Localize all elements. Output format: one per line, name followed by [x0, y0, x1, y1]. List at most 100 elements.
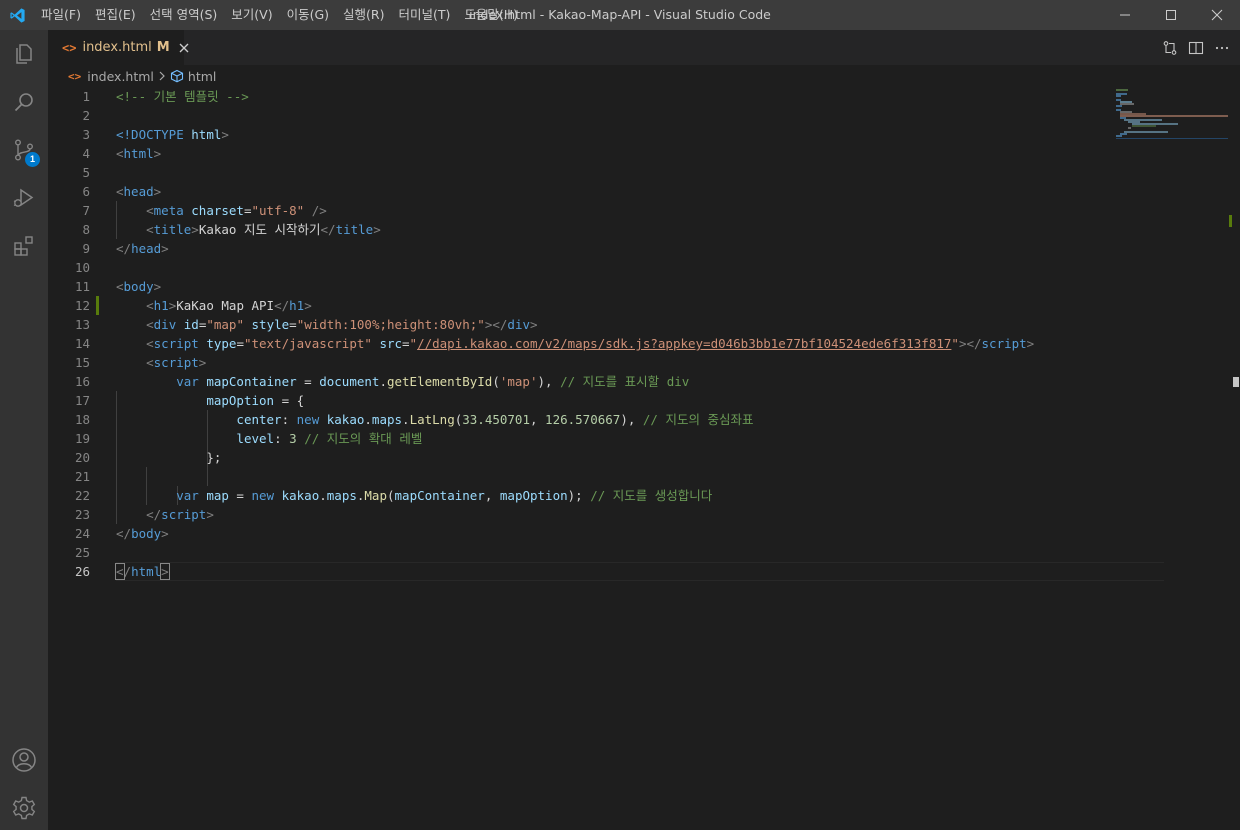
variable-token: mapOption	[499, 488, 568, 503]
activity-source-control[interactable]: 1	[0, 126, 48, 174]
code-line: <script type="text/javascript" src="//da…	[146, 336, 1035, 351]
maximize-button[interactable]	[1148, 0, 1194, 30]
ellipsis-icon	[1215, 46, 1229, 49]
activity-manage[interactable]	[0, 784, 48, 830]
minimap[interactable]	[1116, 87, 1228, 830]
run-debug-icon	[13, 188, 34, 207]
window-controls	[1102, 0, 1240, 30]
menu-file[interactable]: 파일(F)	[34, 0, 88, 30]
variable-token: maps	[371, 412, 403, 427]
line-number: 25	[74, 545, 90, 560]
code-line: <body>	[116, 279, 162, 294]
function-token: Map	[364, 488, 387, 503]
url-link[interactable]: //dapi.kakao.com/v2/maps/sdk.js?appkey=d…	[417, 336, 951, 351]
activity-explorer[interactable]	[0, 30, 48, 78]
function-token: getElementById	[386, 374, 493, 389]
code-line: level: 3 // 지도의 확대 레벨	[236, 431, 423, 446]
tag-token: body	[123, 279, 154, 294]
menu-terminal[interactable]: 터미널(T)	[392, 0, 458, 30]
code-content[interactable]: <!-- 기본 템플릿 --> <!DOCTYPE html> <html> <…	[115, 87, 1164, 581]
variable-token: mapOption	[206, 393, 275, 408]
string-token: "	[951, 336, 959, 351]
tab-bar: <> index.html M	[48, 30, 1240, 65]
line-number: 14	[74, 336, 90, 351]
code-line-active: </html>	[115, 562, 1164, 581]
code-line: </body>	[116, 526, 169, 541]
tag-token: script	[981, 336, 1027, 351]
tag-token: title	[335, 222, 374, 237]
activity-account[interactable]	[0, 736, 48, 784]
keyword-token: new	[251, 488, 275, 503]
line-number: 20	[74, 450, 90, 465]
code-line: var mapContainer = document.getElementBy…	[176, 374, 690, 389]
settings-gear-icon	[12, 796, 36, 820]
split-editor-icon	[1188, 41, 1204, 54]
line-number: 1	[82, 89, 90, 104]
activity-run-debug[interactable]	[0, 174, 48, 222]
tag-token: div	[507, 317, 530, 332]
line-number: 15	[74, 355, 90, 370]
menu-view[interactable]: 보기(V)	[224, 0, 279, 30]
code-line: </head>	[116, 241, 169, 256]
title-bar: 파일(F) 편집(E) 선택 영역(S) 보기(V) 이동(G) 실행(R) 터…	[0, 0, 1240, 30]
breadcrumb-symbol[interactable]: html	[188, 69, 216, 84]
comment: // 지도의 중심좌표	[642, 412, 754, 427]
menu-help[interactable]: 도움말(H)	[457, 0, 525, 30]
tag-token: html	[123, 146, 154, 161]
code-line: center: new kakao.maps.LatLng(33.450701,…	[236, 412, 754, 427]
variable-token: map	[206, 488, 229, 503]
variable-token: mapContainer	[394, 488, 485, 503]
breadcrumb: <> index.html html	[48, 65, 1240, 87]
line-number: 3	[82, 127, 90, 142]
string-token: "map"	[206, 317, 244, 332]
keyword-token: new	[296, 412, 320, 427]
tag-token: script	[153, 336, 199, 351]
variable-token: mapContainer	[206, 374, 297, 389]
line-number: 16	[74, 374, 90, 389]
vertical-scrollbar[interactable]	[1228, 87, 1240, 830]
menu-go[interactable]: 이동(G)	[280, 0, 336, 30]
minimize-button[interactable]	[1102, 0, 1148, 30]
property-token: center	[236, 412, 282, 427]
text-token: KaKao Map API	[176, 298, 275, 313]
split-editor-button[interactable]	[1188, 40, 1204, 56]
tab-index-html[interactable]: <> index.html M	[48, 30, 189, 65]
property-token: level	[236, 431, 275, 446]
activity-search[interactable]	[0, 78, 48, 126]
tab-close-button[interactable]	[179, 41, 189, 55]
editor-actions	[1162, 30, 1230, 65]
string-token: "utf-8"	[251, 203, 305, 218]
breadcrumb-file[interactable]: index.html	[87, 69, 154, 84]
more-actions-button[interactable]	[1214, 40, 1230, 56]
account-icon	[12, 748, 36, 772]
scrollbar-change-marker	[1229, 215, 1232, 227]
tag-token: title	[153, 222, 192, 237]
code-line: <script>	[146, 355, 207, 370]
line-number: 24	[74, 526, 90, 541]
html-file-icon: <>	[68, 69, 82, 83]
line-number: 23	[74, 507, 90, 522]
open-changes-button[interactable]	[1162, 40, 1178, 56]
tag-token: script	[153, 355, 199, 370]
variable-token: kakao	[326, 412, 365, 427]
close-window-button[interactable]	[1194, 0, 1240, 30]
doctype-token: <!DOCTYPE	[116, 127, 192, 142]
code-line: mapOption = {	[206, 393, 305, 408]
close-icon	[179, 43, 189, 52]
code-editor[interactable]: 1 2 3 4 5 6 7 8 9 10 11 12 13 14 15 16 1…	[48, 87, 1240, 830]
line-number-active: 26	[74, 564, 90, 579]
line-number: 5	[82, 165, 90, 180]
menu-selection[interactable]: 선택 영역(S)	[143, 0, 225, 30]
extensions-icon	[14, 236, 33, 256]
bracket-token: />	[304, 203, 327, 218]
tag-token: div	[153, 317, 177, 332]
menu-run[interactable]: 실행(R)	[336, 0, 391, 30]
menu-edit[interactable]: 편집(E)	[88, 0, 143, 30]
tag-token: script	[161, 507, 207, 522]
menu-bar: 파일(F) 편집(E) 선택 영역(S) 보기(V) 이동(G) 실행(R) 터…	[34, 0, 525, 30]
activity-extensions[interactable]	[0, 222, 48, 270]
number-token: 126.570667	[545, 412, 621, 427]
